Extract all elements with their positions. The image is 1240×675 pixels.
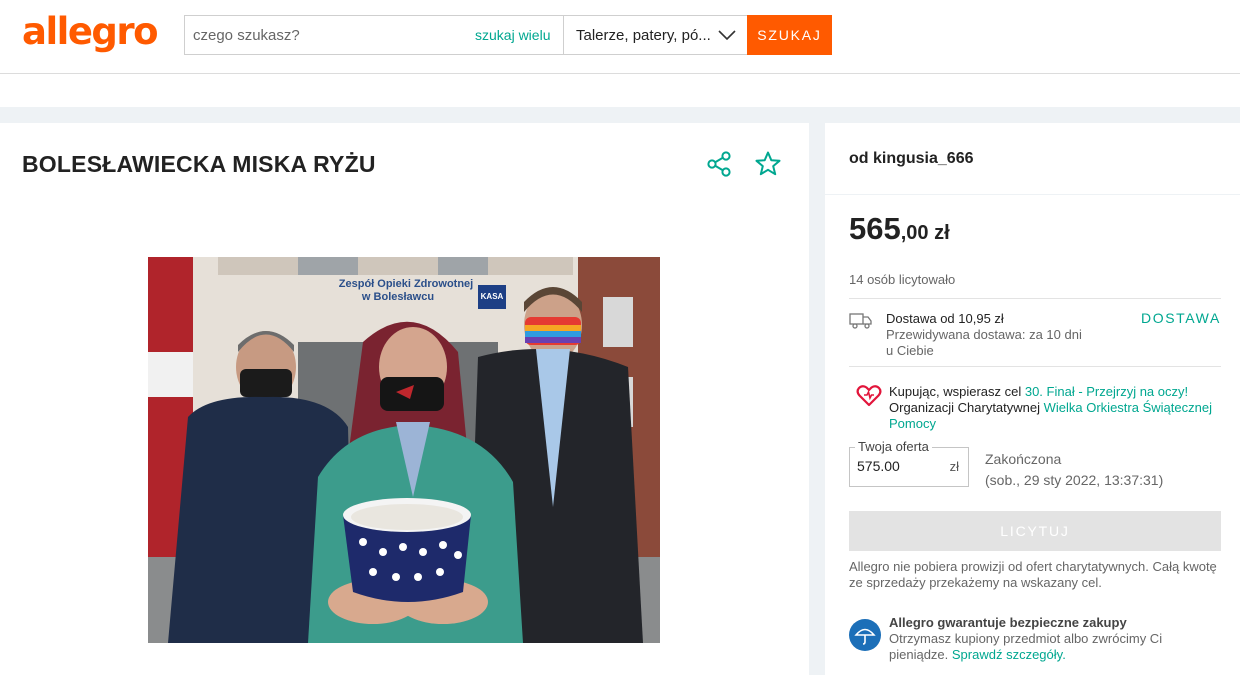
delivery-price: Dostawa od 10,95 zł [886, 311, 1004, 326]
product-photo-illustration: Zespół Opieki Zdrowotnej w Bolesławcu KA… [148, 257, 660, 643]
delivery-estimate-line1: Przewidywana dostawa: za 10 dni [886, 327, 1082, 342]
auction-end-date: (sob., 29 sty 2022, 13:37:31) [985, 472, 1164, 488]
truck-icon [849, 313, 872, 329]
fee-note: Allegro nie pobiera prowizji od ofert ch… [849, 559, 1217, 590]
charity-info: Kupując, wspierasz cel 30. Finał - Przej… [889, 384, 1229, 432]
bid-field: Twoja oferta zł [849, 439, 969, 487]
auction-status-text: Zakończona [985, 451, 1062, 467]
bid-currency: zł [949, 459, 959, 474]
photo-sign-line1: Zespół Opieki Zdrowotnej [339, 278, 473, 290]
bid-button[interactable]: LICYTUJ [849, 511, 1221, 551]
price-main: 565 [849, 211, 901, 246]
delivery-link[interactable]: DOSTAWA [1141, 310, 1221, 326]
seller-name[interactable]: od kingusia_666 [849, 150, 974, 168]
price: 565,00 zł [849, 211, 950, 247]
buy-panel: 565,00 zł 14 osób licytowało Dostawa od … [825, 195, 1240, 675]
bidders-count: 14 osób licytowało [849, 272, 956, 287]
price-rest: ,00 zł [900, 222, 950, 244]
category-select[interactable]: Talerze, patery, pó... [563, 16, 748, 54]
divider [849, 366, 1221, 367]
product-title: BOLESŁAWIECKA MISKA RYŻU [22, 151, 376, 177]
multi-search-link[interactable]: szukaj wielu [475, 27, 550, 43]
seller-panel: od kingusia_666 [825, 123, 1240, 194]
search-button[interactable]: SZUKAJ [747, 15, 832, 55]
guarantee-info: Allegro gwarantuje bezpieczne zakupy Otr… [889, 615, 1224, 663]
share-icon[interactable] [706, 150, 734, 178]
star-icon[interactable] [754, 150, 782, 178]
charity-goal-link[interactable]: 30. Finał - Przejrzyj na oczy! [1025, 384, 1188, 399]
charity-text1: Kupując, wspierasz cel [889, 384, 1025, 399]
header-strip [0, 74, 1240, 107]
category-selected-label: Talerze, patery, pó... [576, 26, 711, 44]
heart-icon [856, 385, 882, 407]
bid-field-label: Twoja oferta [855, 439, 932, 454]
photo-sign-line2: w Bolesławcu [361, 291, 434, 303]
guarantee-title: Allegro gwarantuje bezpieczne zakupy [889, 615, 1127, 630]
search-bar: szukaj wielu Talerze, patery, pó... [184, 15, 748, 55]
bid-amount-input[interactable] [857, 458, 942, 474]
allegro-logo[interactable]: allegro [22, 10, 159, 53]
charity-text2: Organizacji Charytatywnej [889, 400, 1044, 415]
delivery-info: Dostawa od 10,95 zł Przewidywana dostawa… [886, 311, 1082, 359]
guarantee-details-link[interactable]: Sprawdź szczegóły. [952, 647, 1066, 662]
divider [849, 298, 1221, 299]
photo-sign-kasa: KASA [481, 292, 504, 301]
product-panel: BOLESŁAWIECKA MISKA RYŻU Zespół Opieki Z… [0, 123, 809, 675]
chevron-down-icon [718, 30, 736, 40]
product-photo[interactable]: Zespół Opieki Zdrowotnej w Bolesławcu KA… [148, 257, 660, 643]
delivery-estimate-line2: u Ciebie [886, 343, 934, 358]
umbrella-icon [849, 619, 881, 651]
auction-status: Zakończona (sob., 29 sty 2022, 13:37:31) [985, 449, 1163, 491]
top-header: allegro szukaj wielu Talerze, patery, pó… [0, 0, 1240, 74]
